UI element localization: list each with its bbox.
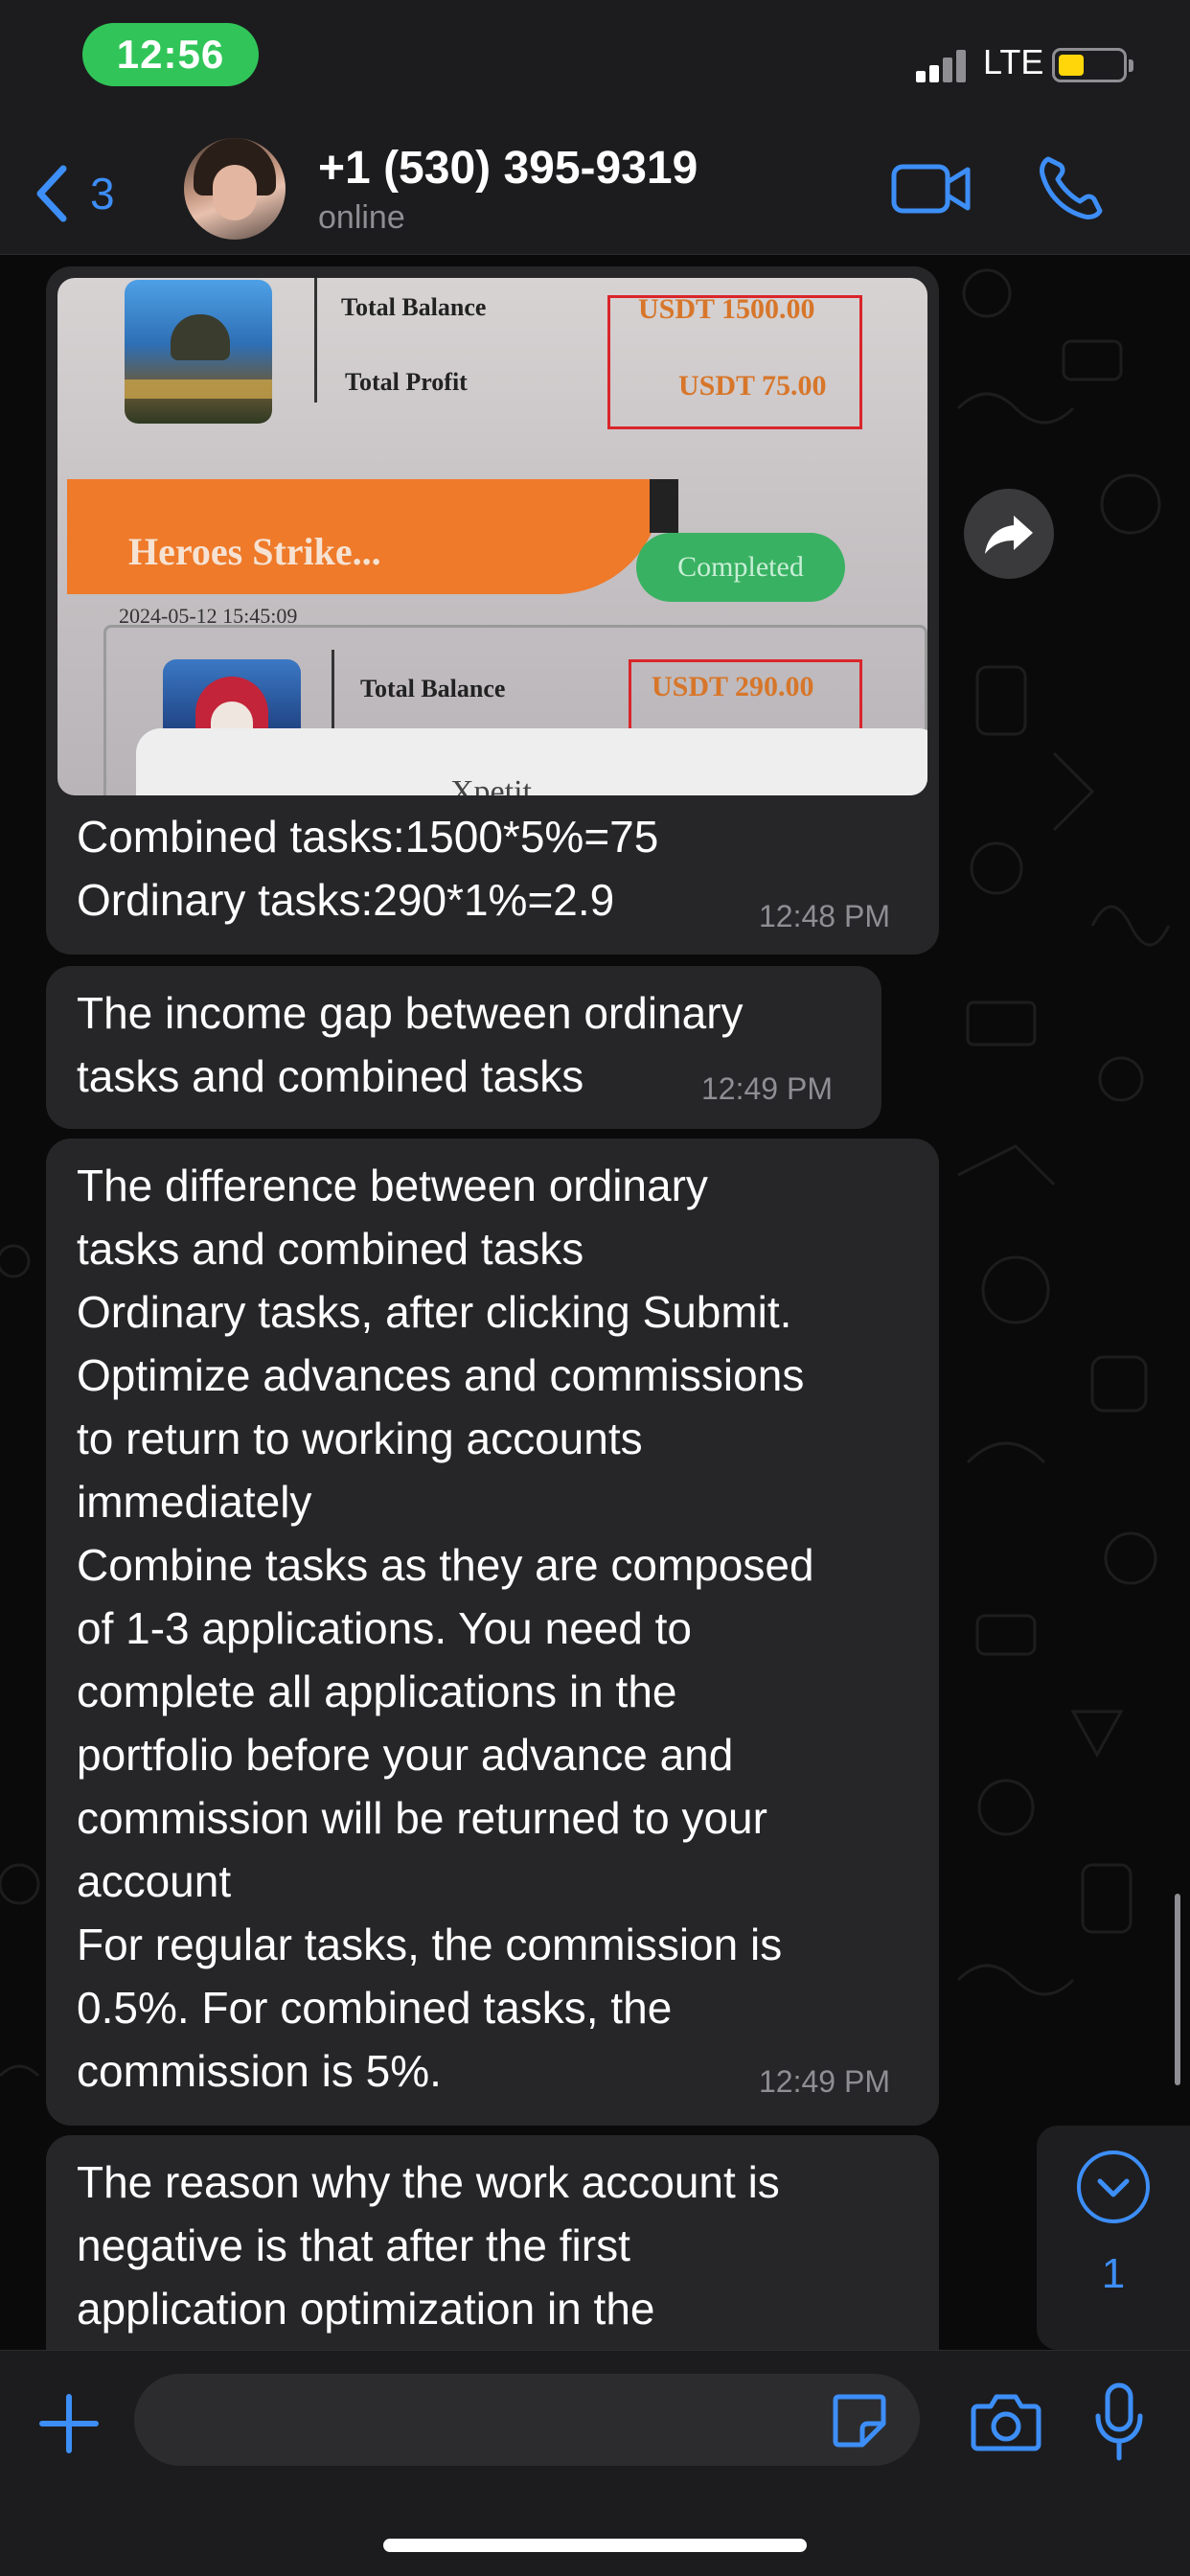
back-button[interactable]: 3 [33,157,115,230]
forward-button[interactable] [964,489,1054,579]
network-type: LTE [983,42,1044,81]
sticker-button[interactable] [830,2391,889,2450]
task-title: Heroes Strike... [128,530,381,573]
message-time: 12:48 PM [759,899,890,933]
image-message-bubble[interactable]: Total Balance Total Profit USDT 1500.00 … [46,266,939,954]
contact-status: online [318,199,405,236]
microphone-icon [1095,2382,1143,2461]
camera-icon [971,2394,1041,2451]
message-time: 12:49 PM [759,2064,890,2099]
message-input[interactable] [134,2374,920,2466]
chat-area[interactable]: Total Balance Total Profit USDT 1500.00 … [0,255,1190,2350]
status-time: 12:56 [82,23,259,86]
total-profit-label: Total Profit [345,368,468,396]
home-indicator[interactable] [383,2539,807,2552]
divider [314,278,317,402]
sticker-icon [833,2394,886,2448]
message-bubble[interactable]: The difference between ordinary tasks an… [46,1138,939,2126]
signal-strength-icon [916,50,973,82]
message-text: The reason why the work account is negat… [77,2157,780,2334]
message-time: 12:49 PM [701,1071,833,1106]
unread-chats-count: 3 [90,169,115,218]
shared-screenshot-image[interactable]: Total Balance Total Profit USDT 1500.00 … [57,278,927,795]
video-call-button[interactable] [891,153,972,224]
popup-sheet [136,728,927,795]
microphone-button[interactable] [1092,2381,1146,2462]
unread-message-count: 1 [1101,2250,1126,2297]
scrollbar[interactable] [1175,1894,1180,2085]
attach-button[interactable] [34,2389,103,2458]
profit-value: USDT 75.00 [678,370,827,402]
chat-header: 3 +1 (530) 395-9319 online [0,134,1190,255]
balance-value: USDT 1500.00 [638,293,815,325]
message-text: The income gap between ordinary tasks an… [77,988,744,1101]
message-text: Combined tasks:1500*5%=75 Ordinary tasks… [77,812,659,925]
completed-badge: Completed [636,533,845,602]
chevron-left-icon [36,165,67,222]
balance-value: USDT 290.00 [652,671,814,702]
forward-arrow-icon [985,516,1033,554]
camera-button[interactable] [970,2385,1042,2458]
popup-text: Xpetit [450,774,532,795]
message-bubble[interactable]: The income gap between ordinary tasks an… [46,966,881,1129]
chevron-down-icon [1077,2150,1150,2223]
message-composer [0,2350,1190,2576]
voice-call-button[interactable] [1035,153,1106,224]
status-bar: 12:56 LTE [0,0,1190,134]
avatar[interactable] [184,138,286,240]
video-camera-icon [891,164,971,214]
total-balance-label: Total Balance [341,293,487,321]
total-balance-label: Total Balance [360,675,506,702]
scroll-to-bottom-button[interactable]: 1 [1037,2126,1190,2350]
contact-name[interactable]: +1 (530) 395-9319 [318,142,698,195]
battery-icon [1052,48,1133,82]
game-app-icon [125,280,272,424]
message-text: The difference between ordinary tasks an… [77,1161,814,2096]
phone-icon [1040,156,1103,219]
plus-icon [39,2394,99,2453]
message-bubble[interactable]: The reason why the work account is negat… [46,2135,939,2350]
